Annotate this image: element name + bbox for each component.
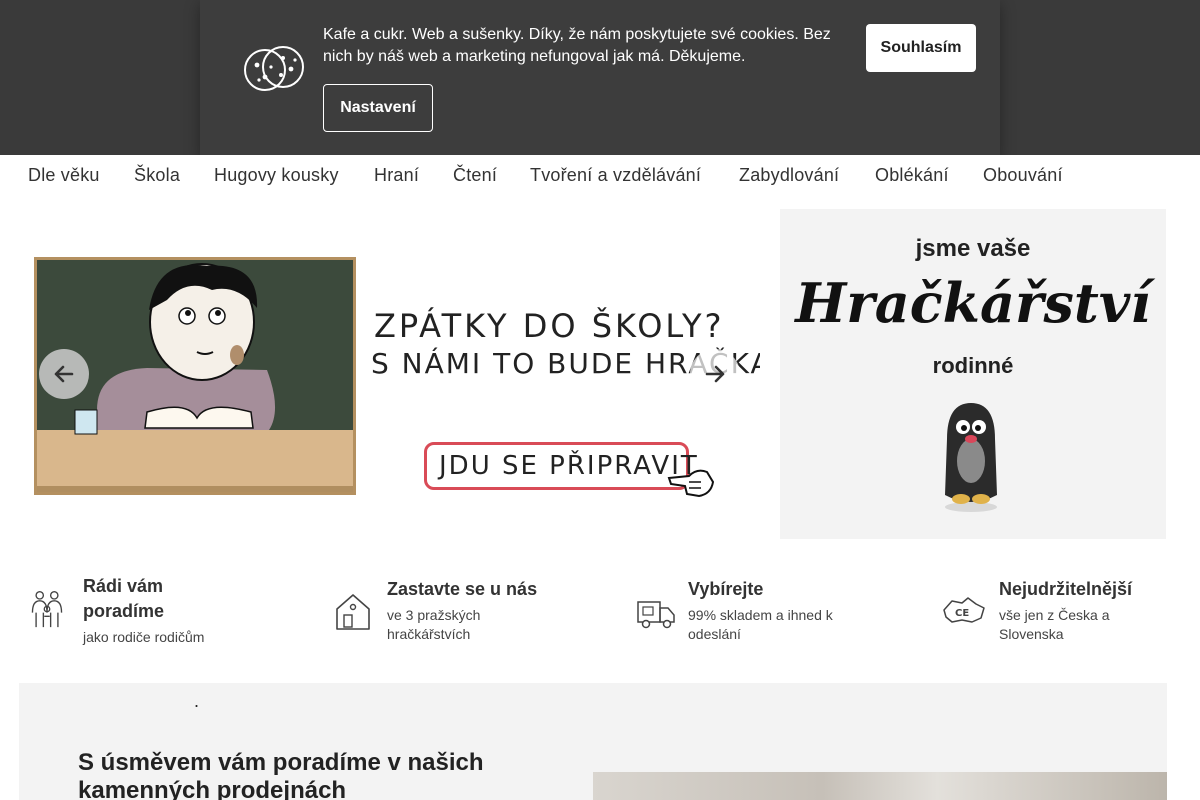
cookie-icon (244, 46, 304, 91)
section-dot: . (194, 691, 200, 711)
feature-title: Rádi vám poradíme (83, 576, 165, 621)
cookie-message: Kafe a cukr. Web a sušenky. Díky, že nám… (323, 26, 831, 65)
slide-headline: ZPÁTKY DO ŠKOLY? (374, 307, 725, 345)
main-nav: Dle věku Škola Hugovy kousky Hraní Čtení… (0, 155, 1200, 209)
nav-item-hugovy-kousky[interactable]: Hugovy kousky (214, 165, 339, 186)
nav-item-oblekani[interactable]: Oblékání (875, 165, 949, 186)
arrow-right-icon (705, 365, 725, 383)
delivery-truck-icon (637, 601, 675, 629)
mole-toy-image (945, 403, 997, 512)
house-icon (336, 594, 370, 630)
nav-item-zabydlovani[interactable]: Zabydlování (739, 165, 839, 186)
cookie-consent-bar: Kafe a cukr. Web a sušenky. Díky, že nám… (200, 0, 1000, 156)
feature-subtitle: jako rodiče rodičům (83, 629, 205, 645)
section-title: S úsměvem vám poradíme v našich kamennýc… (78, 749, 484, 800)
nav-item-obouvani[interactable]: Obouvání (983, 165, 1063, 186)
store-photo (593, 772, 1167, 800)
cookie-settings-button[interactable]: Nastavení (323, 84, 433, 132)
feature-subtitle: ve 3 pražských hračkářstvích (387, 607, 481, 642)
search-icon[interactable] (1158, 163, 1178, 185)
promo-line-3: rodinné (932, 353, 1014, 378)
feature-subtitle: vše jen z Česka a Slovenska (999, 607, 1110, 642)
promo-banner[interactable]: jsme vaše Hračkářství rodinné (780, 209, 1166, 539)
feature-subtitle: 99% skladem a ihned k odeslání (688, 607, 833, 642)
czech-map-icon: CE (943, 597, 985, 623)
promo-line-2: Hračkářství (795, 271, 1151, 335)
feature-title: Nejudržitelnější (999, 579, 1133, 599)
nav-item-dle-veku[interactable]: Dle věku (28, 165, 100, 186)
feature-title: Vybírejte (688, 579, 764, 599)
nav-item-cteni[interactable]: Čtení (453, 165, 497, 186)
family-icon (31, 591, 63, 628)
slider-next-button[interactable] (690, 349, 740, 399)
page: Kafe a cukr. Web a sušenky. Díky, že nám… (0, 0, 1200, 800)
pointing-hand-icon (667, 469, 715, 498)
nav-item-tvoreni[interactable]: Tvoření a vzdělávání (530, 165, 701, 186)
hero-slide[interactable]: ZPÁTKY DO ŠKOLY? S NÁMI TO BUDE HRAČKA! … (19, 209, 760, 539)
arrow-left-icon (54, 365, 74, 383)
nav-item-hrani[interactable]: Hraní (374, 165, 419, 186)
slide-cta-label[interactable]: JDU SE PŘIPRAVIT (439, 451, 699, 481)
nav-item-skola[interactable]: Škola (134, 165, 180, 186)
slider-prev-button[interactable] (39, 349, 89, 399)
promo-line-1: jsme vaše (915, 235, 1031, 262)
feature-title: Zastavte se u nás (387, 579, 538, 599)
svg-text:CE: CE (955, 608, 969, 619)
cookie-agree-button[interactable]: Souhlasím (866, 24, 976, 72)
stores-section: . S úsměvem vám poradíme v našich kamenn… (19, 683, 1167, 800)
